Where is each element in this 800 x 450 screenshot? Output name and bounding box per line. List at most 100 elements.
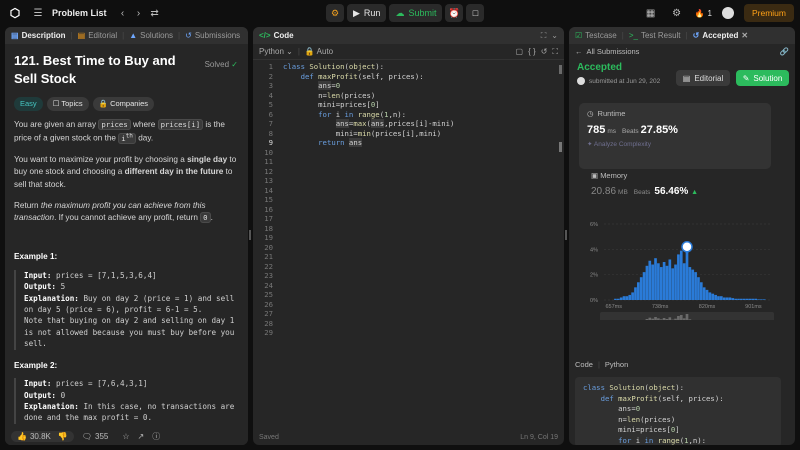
code-line: n=len(prices) [583,414,676,424]
runtime-stats: 785 ms Beats 27.85% [587,124,763,136]
value: prices = [7,1,5,3,6,4] [51,270,157,280]
line-number: 24 [264,280,273,290]
memory-label: Memory [600,171,628,180]
runtime-card[interactable]: ◷ Runtime 785 ms Beats 27.85% ✦ Analyze Comp… [579,103,771,169]
code-line: mini=prices[0] [583,425,680,435]
token: 1 [684,435,689,445]
histogram-bar [737,298,740,300]
thumbs-down-icon[interactable]: 👎 [58,432,68,441]
terminal-icon: >_ [628,31,638,40]
line-number: 27 [264,309,273,318]
your-submission-marker [681,241,693,253]
language-select[interactable]: Python ⌄ [259,47,293,56]
solution-label: Solution [753,73,783,83]
reset-icon[interactable]: ↺ [541,47,548,56]
topics-label: Topics [61,99,83,109]
companies-tag[interactable]: 🔒 Companies [92,97,155,111]
notes-button[interactable]: □ [466,4,485,22]
shuffle-icon[interactable]: ⇄ [147,5,163,21]
tag-icon: ☐ [52,99,60,109]
histogram-bar [725,297,729,300]
submit-button[interactable]: ☁ Submit [389,4,443,22]
scroll-indicator[interactable] [559,65,562,74]
back-arrow-icon[interactable]: ← [575,47,583,56]
overview-bar [662,318,666,320]
token: range [357,109,380,119]
tab-accepted[interactable]: ↺ Accepted ✕ [693,31,748,40]
premium-button[interactable]: Premium [743,4,794,22]
token: object [348,62,376,71]
tab-code[interactable]: </> Code [259,31,294,40]
token: 0 [370,100,376,109]
layout-icon[interactable]: ▦ [643,5,659,21]
code-line: ans=0 [318,81,341,90]
overview-bar [668,317,672,320]
solved-badge: Solved ✓ [205,59,238,71]
tab-testcase[interactable]: ☑ Testcase [575,31,617,40]
analyze-label: Analyze Complexity [593,141,651,148]
line-number: 14 [264,185,273,195]
runtime-distribution-chart[interactable]: 6%4%2%0%657ms738ms820ms901ms657ms738ms82… [584,220,776,320]
format-braces-icon[interactable]: { } [528,47,536,56]
code-editor[interactable]: 1 2 3 4 5 6 7 8 9 10 11 12 13 14 15 16 17 18 19 20 21 22 23 24 2… [253,60,564,428]
topics-tag[interactable]: ☐ Topics [46,97,89,111]
line-number: 17 [264,214,273,223]
close-icon[interactable]: ✕ [741,31,748,40]
tab-test-result-label: Test Result [640,31,681,40]
memory-stats: 20.86 MB Beats 56.46% ▲ [591,186,771,197]
problem-title[interactable]: 121. Best Time to Buy and Sell Stock [14,52,194,87]
all-submissions-link[interactable]: All Submissions [587,47,640,56]
share-icon[interactable]: ↗ [138,432,145,441]
tab-test-result[interactable]: >_ Test Result [629,31,681,40]
line-number: 25 [264,290,273,299]
settings-gear-icon[interactable]: ⚙ [669,5,685,21]
comments-button[interactable]: 🗨 355 [82,432,109,441]
expand-icon[interactable]: ⛶ [552,47,558,57]
histogram-bar [657,263,660,300]
inline-code: 0 [200,212,211,224]
star-icon[interactable]: ☆ [122,432,129,441]
memory-section[interactable]: ▣ Memory 20.86 MB Beats 56.46% ▲ [591,169,771,197]
histogram-bar [734,298,737,300]
histogram-bar [662,262,666,300]
bookmark-icon[interactable]: ▢ [516,47,524,56]
histogram-bar [717,296,720,300]
autocomplete-toggle[interactable]: 🔒 Auto [305,47,333,56]
tab-description[interactable]: ▤ Description [11,31,66,40]
analyze-complexity-link[interactable]: ✦ Analyze Complexity [587,140,763,148]
next-problem-icon[interactable]: › [131,5,147,21]
tab-solutions[interactable]: ▲ Solutions [129,31,173,40]
thumbs-up-icon: 👍 [17,431,27,441]
timer-button[interactable]: ⏰ [445,4,464,22]
streak-counter[interactable]: 🔥 1 [695,9,712,18]
prev-problem-icon[interactable]: ‹ [115,5,131,21]
leetcode-logo-icon[interactable]: ⬡ [8,6,22,20]
panel-resize-handle[interactable] [249,230,251,240]
debug-button[interactable]: ⚙ [326,4,344,22]
like-button[interactable]: 👍 30.8K 👎 [11,430,74,442]
separator: | [297,47,300,56]
example-output: Output: 0 [24,390,239,401]
editorial-button[interactable]: ▤ Editorial [676,70,730,86]
histogram-bar [694,272,697,300]
tab-editorial[interactable]: ▤ Editorial [78,31,117,40]
histogram-bar [674,264,677,300]
panel-resize-handle[interactable] [565,230,567,240]
histogram-bar [651,264,654,300]
help-icon[interactable]: ⓘ [152,431,160,442]
code-lines[interactable]: class Solution(object): def maxProfit(se… [283,62,454,148]
avatar[interactable] [721,7,734,19]
collapse-icon[interactable]: ⌄ [551,31,558,40]
link-icon[interactable]: 🔗 [780,47,789,56]
saved-status: Saved [259,433,279,441]
maximize-icon[interactable]: ⛶ [541,31,547,41]
list-icon[interactable]: ☰ [30,5,46,21]
run-button[interactable]: ▶ Run [347,4,387,22]
description-paragraph-3: Return the maximum profit you can achiev… [14,200,239,225]
tab-submissions[interactable]: ↺ Submissions [185,31,240,40]
token: 0 [635,404,641,414]
text: You want to maximize your profit by choo… [14,154,188,164]
problem-list-link[interactable]: Problem List [52,8,107,18]
y-tick-label: 4% [590,247,598,253]
solution-button[interactable]: ✎ Solution [736,70,789,86]
